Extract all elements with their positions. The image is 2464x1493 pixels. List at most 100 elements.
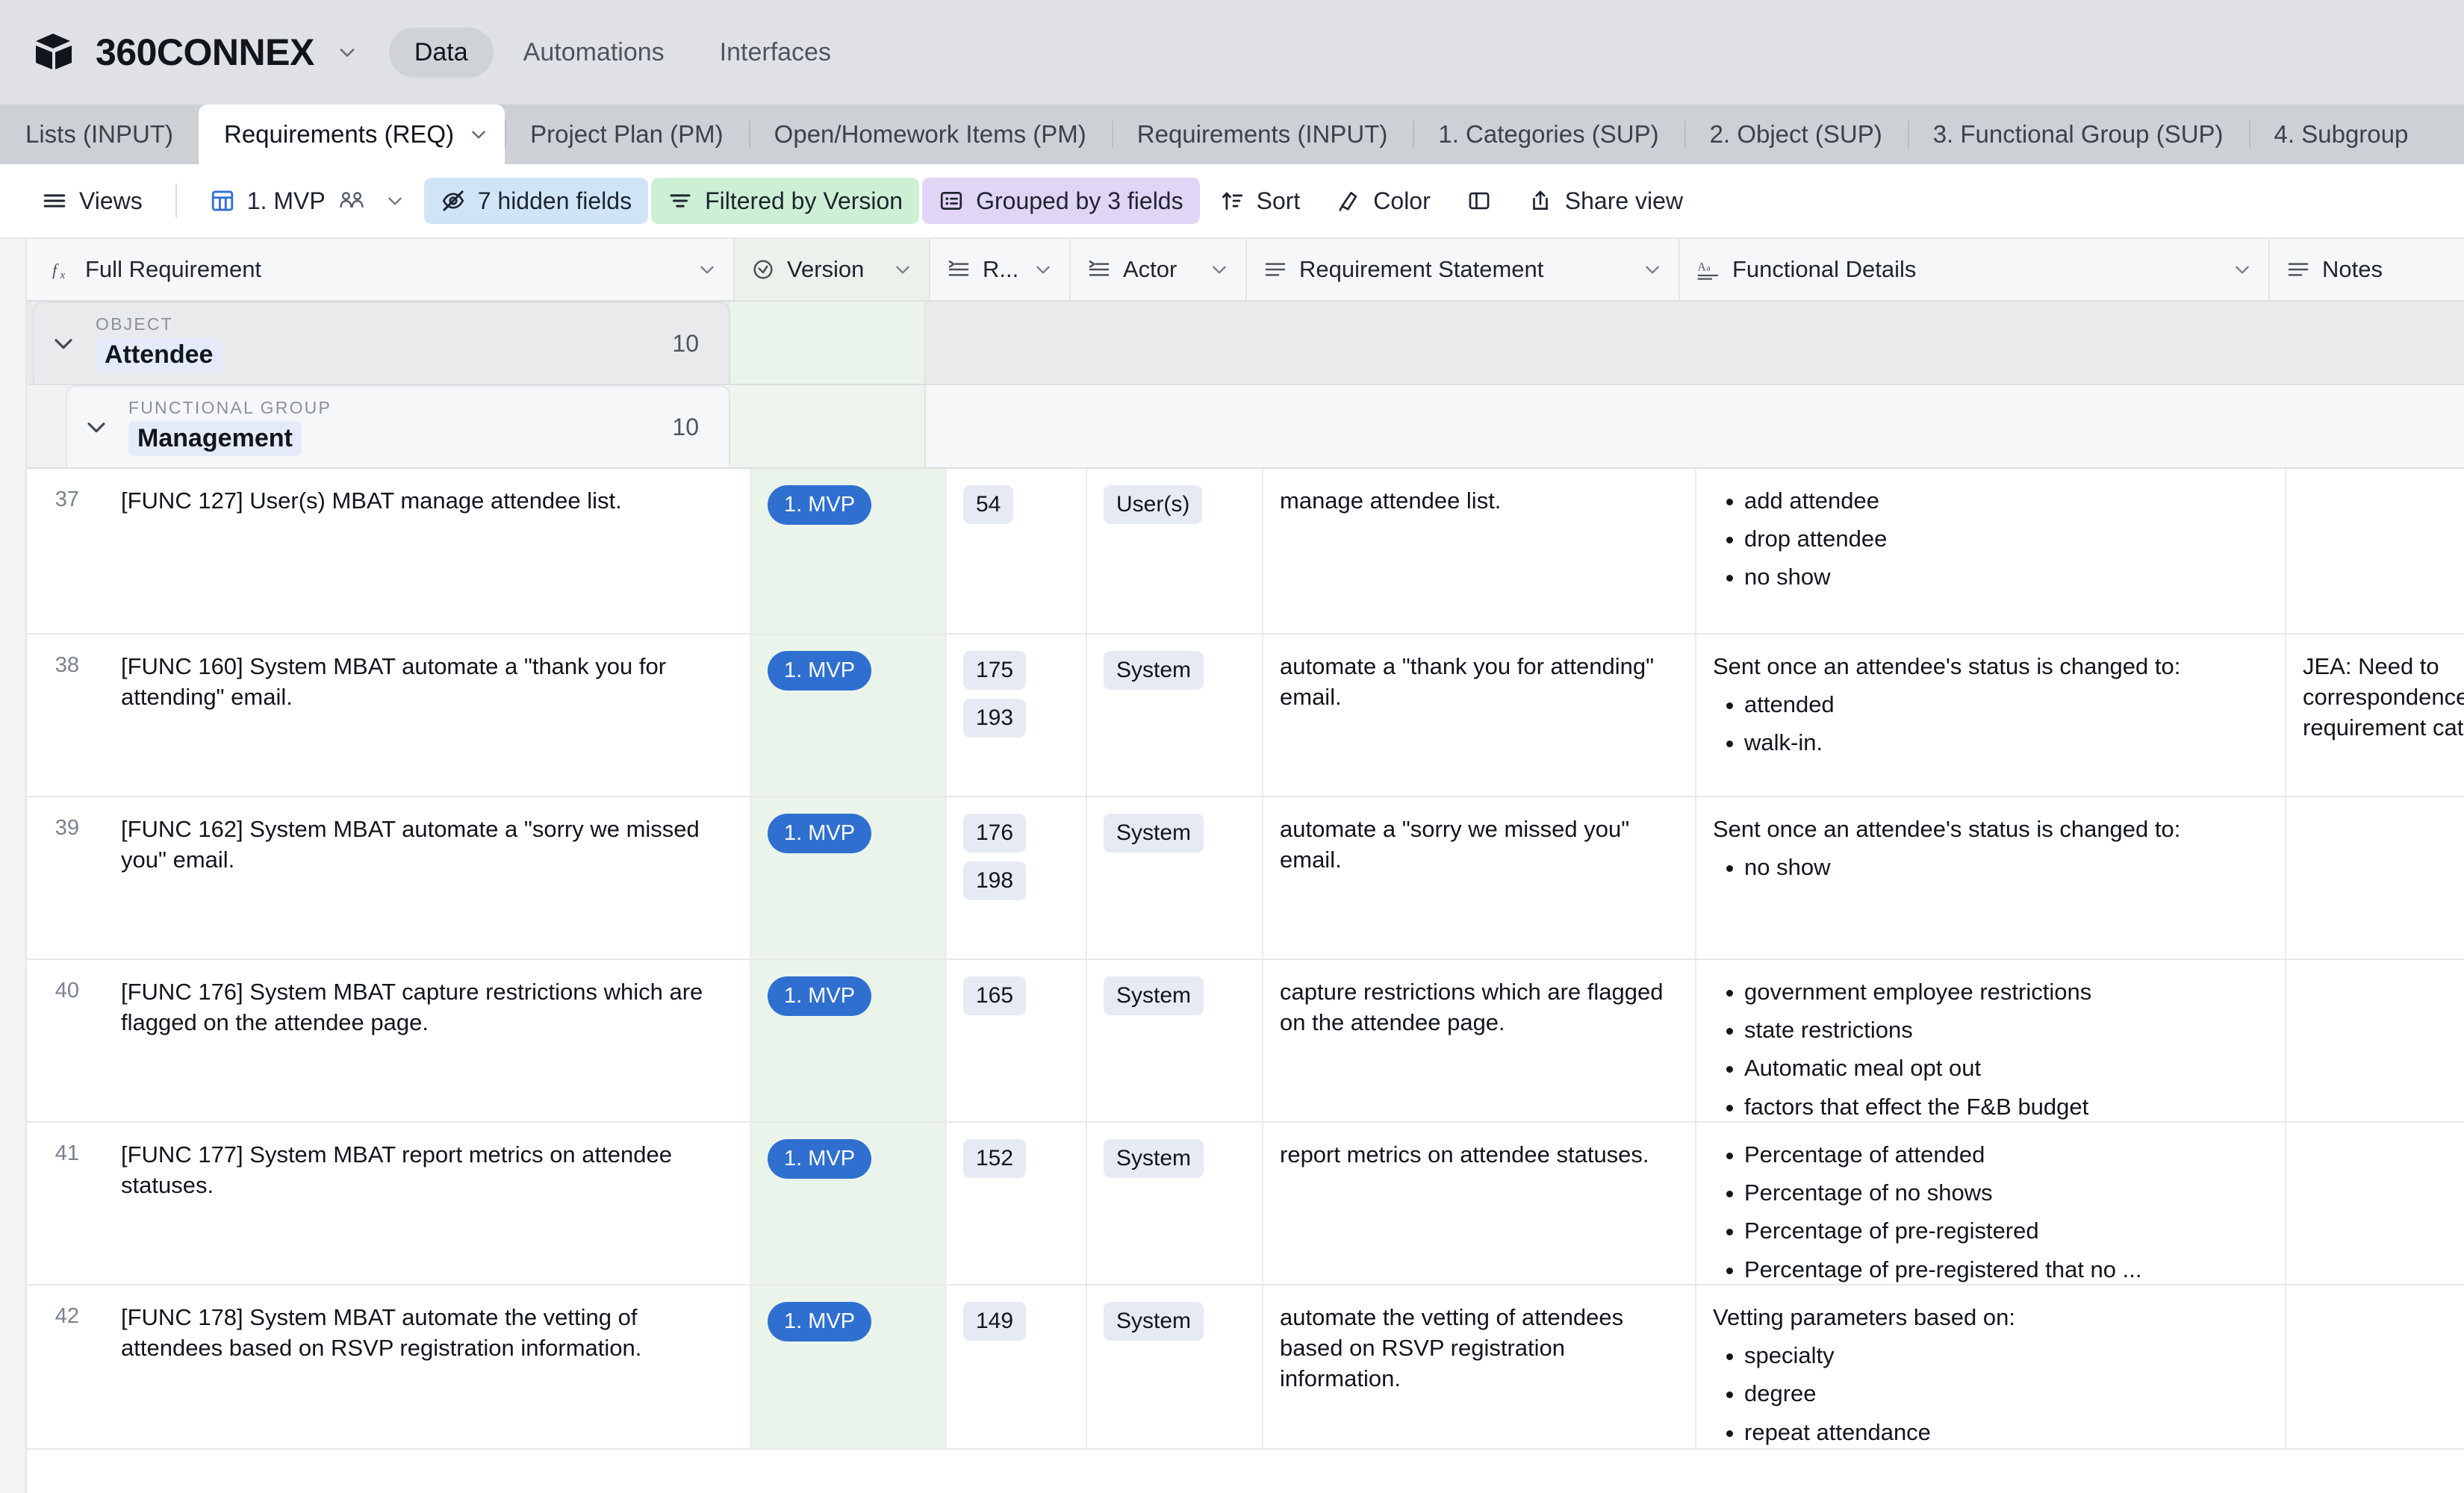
cell-full-requirement[interactable]: [FUNC 178] System MBAT automate the vett… (105, 1285, 751, 1448)
workspace-title: 360CONNEX (96, 31, 314, 73)
cell-requirement-statement[interactable]: manage attendee list. (1263, 469, 1696, 633)
views-button[interactable]: Views (25, 178, 159, 224)
group-count: 10 (672, 413, 699, 440)
cell-functional-details[interactable]: Percentage of attended Percentage of no … (1696, 1123, 2286, 1284)
group-header-object[interactable]: OBJECT Attendee 10 (0, 302, 2464, 385)
cell-actor[interactable]: System (1087, 635, 1263, 796)
table-tab-requirements-req[interactable]: Requirements (REQ) (199, 105, 505, 164)
cell-version[interactable]: 1. MVP (751, 1123, 947, 1284)
cell-version[interactable]: 1. MVP (751, 797, 947, 959)
share-view-button[interactable]: Share view (1511, 178, 1699, 224)
long-text-icon (2288, 263, 2309, 276)
cell-version[interactable]: 1. MVP (751, 469, 947, 633)
cell-version[interactable]: 1. MVP (751, 1285, 947, 1448)
cell-requirement-statement[interactable]: automate a "thank you for attending" ema… (1263, 635, 1696, 796)
table-tab-requirements-input[interactable]: Requirements (INPUT) (1111, 105, 1413, 164)
cell-actor[interactable]: System (1087, 797, 1263, 959)
cell-functional-details[interactable]: Vetting parameters based on: specialty d… (1696, 1285, 2286, 1448)
cell-version[interactable]: 1. MVP (751, 960, 947, 1121)
table-tab-project-plan-pm[interactable]: Project Plan (PM) (505, 105, 749, 164)
group-header-functional-group[interactable]: FUNCTIONAL GROUP Management 10 (0, 385, 2464, 469)
cell-functional-details[interactable]: Sent once an attendee's status is change… (1696, 797, 2286, 959)
cell-actor[interactable]: System (1087, 960, 1263, 1121)
cell-notes[interactable] (2286, 469, 2464, 633)
cell-r[interactable]: 149 (947, 1285, 1087, 1448)
chevron-down-icon[interactable] (51, 331, 76, 356)
cell-notes[interactable] (2286, 960, 2464, 1121)
top-nav-item-automations[interactable]: Automations (498, 28, 690, 78)
group-kicker: OBJECT (96, 314, 173, 334)
version-pill: 1. MVP (768, 814, 872, 853)
list-item: Percentage of pre-registered (1744, 1215, 2268, 1246)
top-nav-item-interfaces[interactable]: Interfaces (694, 28, 856, 78)
table-tab-functional-group-sup[interactable]: 3. Functional Group (SUP) (1907, 105, 2249, 164)
field-header-functional-details[interactable]: A a Functional Details (1680, 239, 2270, 300)
table-row[interactable]: 42 [FUNC 178] System MBAT automate the v… (0, 1285, 2464, 1450)
field-header-notes[interactable]: Notes (2270, 239, 2464, 300)
filter-button[interactable]: Filtered by Version (651, 178, 920, 224)
cell-notes[interactable] (2286, 797, 2464, 959)
table-tab-lists-input[interactable]: Lists (INPUT) (0, 105, 199, 164)
group-label: Grouped by 3 fields (976, 187, 1183, 214)
table-row[interactable]: 40 [FUNC 176] System MBAT capture restri… (0, 960, 2464, 1123)
cell-full-requirement[interactable]: [FUNC 177] System MBAT report metrics on… (105, 1123, 751, 1284)
chevron-down-icon[interactable] (84, 414, 109, 440)
table-row[interactable]: 38 [FUNC 160] System MBAT automate a "th… (0, 635, 2464, 797)
field-header-actor[interactable]: Actor (1071, 239, 1247, 300)
field-header-r[interactable]: R... (930, 239, 1071, 300)
chevron-down-icon[interactable] (469, 125, 488, 144)
cell-requirement-statement[interactable]: automate a "sorry we missed you" email. (1263, 797, 1696, 959)
cell-requirement-statement[interactable]: capture restrictions which are flagged o… (1263, 960, 1696, 1121)
cell-functional-details[interactable]: government employee restrictions state r… (1696, 960, 2286, 1121)
cell-r[interactable]: 54 (947, 469, 1087, 633)
table-tab-open-homework-items-pm[interactable]: Open/Homework Items (PM) (748, 105, 1112, 164)
field-header-version[interactable]: Version (735, 239, 930, 300)
chevron-down-icon[interactable] (2233, 260, 2252, 279)
cell-full-requirement[interactable]: [FUNC 160] System MBAT automate a "thank… (105, 635, 751, 796)
chevron-down-icon[interactable] (1210, 260, 1229, 279)
field-header-requirement-statement[interactable]: Requirement Statement (1247, 239, 1680, 300)
row-height-button[interactable] (1450, 178, 1508, 224)
field-header-row: f x Full Requirement Version R... Actor … (0, 239, 2464, 302)
chevron-down-icon[interactable] (697, 260, 717, 279)
cell-version[interactable]: 1. MVP (751, 635, 947, 796)
chevron-down-icon[interactable] (893, 260, 912, 279)
cell-full-requirement[interactable]: [FUNC 162] System MBAT automate a "sorry… (105, 797, 751, 959)
field-header-full-requirement[interactable]: f x Full Requirement (33, 239, 735, 300)
cell-notes[interactable] (2286, 1285, 2464, 1448)
cell-requirement-statement[interactable]: report metrics on attendee statuses. (1263, 1123, 1696, 1284)
group-button[interactable]: Grouped by 3 fields (922, 178, 1200, 224)
cell-functional-details[interactable]: Sent once an attendee's status is change… (1696, 635, 2286, 796)
hidden-fields-button[interactable]: 7 hidden fields (423, 178, 649, 224)
cell-full-requirement[interactable]: [FUNC 127] User(s) MBAT manage attendee … (105, 469, 751, 633)
sort-button[interactable]: Sort (1203, 178, 1317, 224)
top-nav-item-data[interactable]: Data (388, 27, 494, 78)
color-button[interactable]: Color (1319, 178, 1446, 224)
cell-actor[interactable]: User(s) (1087, 469, 1263, 633)
current-view-button[interactable]: 1. MVP (193, 178, 421, 224)
details-intro: Vetting parameters based on: (1713, 1304, 2015, 1330)
cell-notes[interactable] (2286, 1123, 2464, 1284)
table-row[interactable]: 37 [FUNC 127] User(s) MBAT manage attend… (0, 469, 2464, 635)
cell-r[interactable]: 175 193 (947, 635, 1087, 796)
tab-label: Requirements (INPUT) (1136, 120, 1388, 148)
cell-r[interactable]: 165 (947, 960, 1087, 1121)
table-tab-subgroup[interactable]: 4. Subgroup (2248, 105, 2434, 164)
cell-full-requirement[interactable]: [FUNC 176] System MBAT capture restricti… (105, 960, 751, 1121)
cell-functional-details[interactable]: add attendee drop attendee no show (1696, 469, 2286, 633)
chevron-down-icon[interactable] (385, 191, 405, 211)
cell-r[interactable]: 176 198 (947, 797, 1087, 959)
cell-r[interactable]: 152 (947, 1123, 1087, 1284)
table-tab-categories-sup[interactable]: 1. Categories (SUP) (1413, 105, 1684, 164)
cell-actor[interactable]: System (1087, 1123, 1263, 1284)
chevron-down-icon[interactable] (337, 42, 358, 63)
chevron-down-icon[interactable] (1643, 260, 1662, 279)
table-tab-object-sup[interactable]: 2. Object (SUP) (1684, 105, 1908, 164)
table-row[interactable]: 41 [FUNC 177] System MBAT report metrics… (0, 1123, 2464, 1285)
version-pill: 1. MVP (768, 1302, 872, 1341)
cell-actor[interactable]: System (1087, 1285, 1263, 1448)
table-row[interactable]: 39 [FUNC 162] System MBAT automate a "so… (0, 797, 2464, 960)
cell-requirement-statement[interactable]: automate the vetting of attendees based … (1263, 1285, 1696, 1448)
chevron-down-icon[interactable] (1033, 260, 1053, 279)
cell-notes[interactable]: JEA: Need to correspondence requirement … (2286, 635, 2464, 796)
